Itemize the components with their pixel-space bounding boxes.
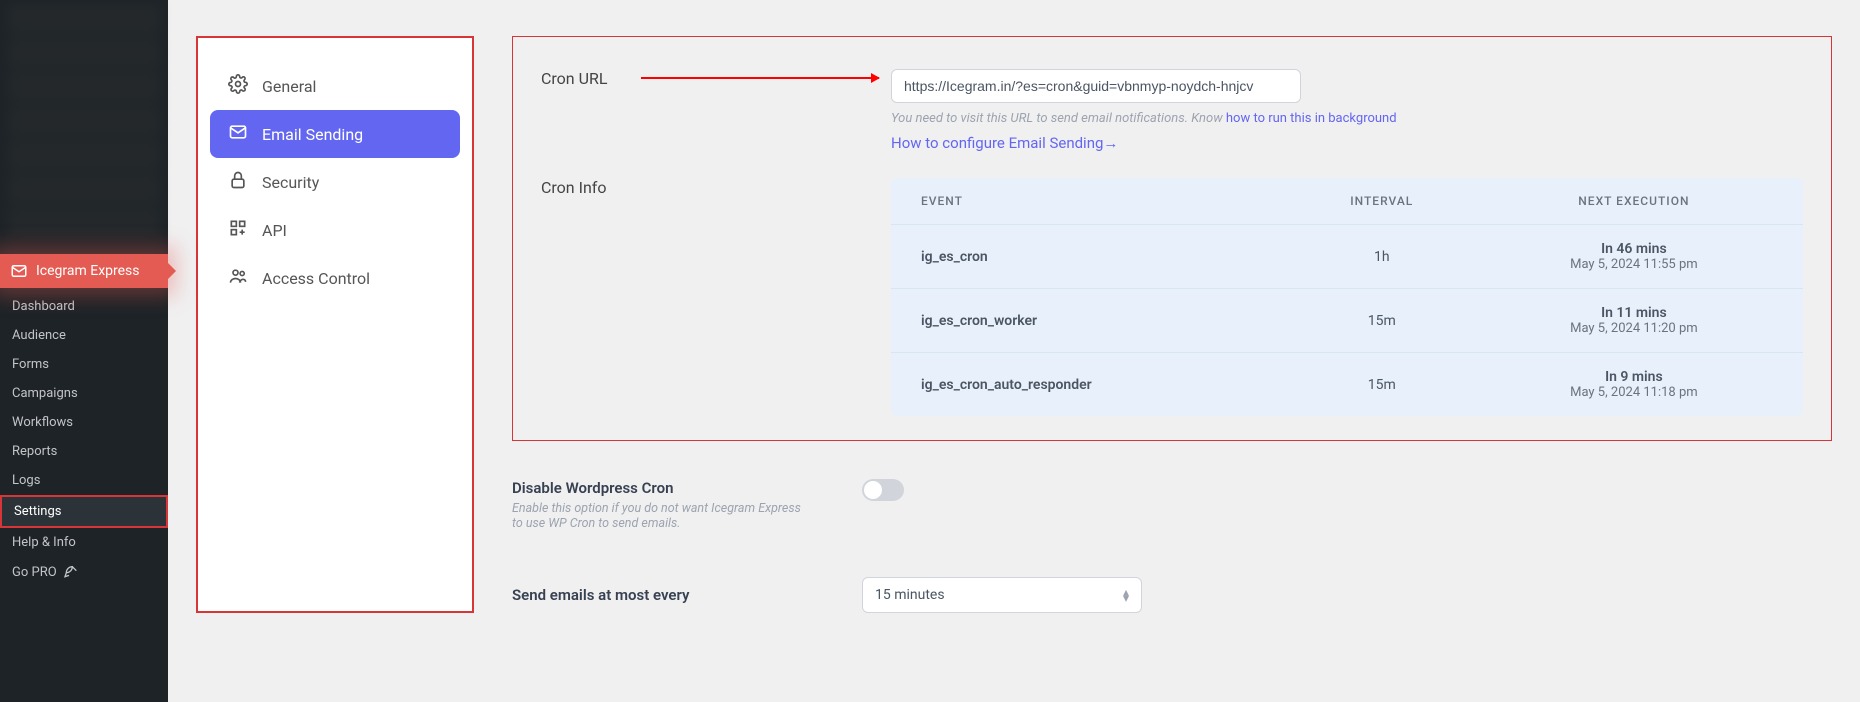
tab-general[interactable]: General (210, 62, 460, 110)
arrow-annotation (641, 77, 879, 79)
tab-label: Access Control (262, 269, 370, 288)
mail-icon (228, 122, 248, 146)
wp-menu-label: Reports (12, 444, 57, 459)
cron-event: ig_es_cron_auto_responder (921, 377, 1269, 393)
tab-api[interactable]: API (210, 206, 460, 254)
tab-security[interactable]: Security (210, 158, 460, 206)
settings-panel: Cron URL You need to visit this URL to s… (512, 36, 1832, 613)
send-most-row: Send emails at most every 15 minutes ▴▾ (512, 577, 1832, 613)
grid-icon (228, 218, 248, 242)
wp-menu-item-dashboard[interactable]: Dashboard (0, 292, 168, 321)
chevron-updown-icon: ▴▾ (1123, 589, 1129, 601)
disable-wpcron-title: Disable Wordpress Cron (512, 479, 862, 497)
cron-table-header: EVENTINTERVALNEXT EXECUTION (891, 178, 1803, 224)
cron-interval: 1h (1269, 249, 1495, 265)
tab-email-sending[interactable]: Email Sending (210, 110, 460, 158)
cron-url-label-wrap: Cron URL (541, 69, 891, 88)
cron-url-input[interactable] (891, 69, 1301, 103)
wp-submenu: Dashboard Audience Forms Campaigns Workflows… (0, 292, 168, 587)
cron-row: ig_es_cron1hIn 46 minsMay 5, 2024 11:55 … (891, 224, 1803, 288)
send-most-label: Send emails at most every (512, 586, 862, 604)
cron-next: In 9 minsMay 5, 2024 11:18 pm (1495, 369, 1773, 400)
send-most-select[interactable]: 15 minutes ▴▾ (862, 577, 1142, 613)
cron-url-label: Cron URL (541, 69, 607, 88)
highlighted-section: Cron URL You need to visit this URL to s… (512, 36, 1832, 441)
cron-next: In 46 minsMay 5, 2024 11:55 pm (1495, 241, 1773, 272)
cron-event: ig_es_cron_worker (921, 313, 1269, 329)
mail-icon (10, 262, 28, 280)
wp-sidebar: Icegram Express Dashboard Audience Forms Ca… (0, 0, 168, 702)
rocket-icon (63, 564, 79, 580)
tab-label: Email Sending (262, 125, 363, 144)
brand-item[interactable]: Icegram Express (0, 254, 168, 288)
wp-menu-label: Dashboard (12, 299, 75, 314)
cron-url-row: Cron URL You need to visit this URL to s… (541, 69, 1803, 152)
send-most-value: 15 minutes (875, 587, 945, 603)
cron-url-content: You need to visit this URL to send email… (891, 69, 1803, 152)
cron-interval: 15m (1269, 313, 1495, 329)
cron-row: ig_es_cron_worker15mIn 11 minsMay 5, 202… (891, 288, 1803, 352)
cron-header-next: NEXT EXECUTION (1495, 194, 1773, 208)
cron-info-label: Cron Info (541, 178, 891, 197)
wp-menu-label: Help & Info (12, 535, 76, 550)
wp-menu-item-campaigns[interactable]: Campaigns (0, 379, 168, 408)
wp-menu-item-help-info[interactable]: Help & Info (0, 528, 168, 557)
disable-wpcron-row: Disable Wordpress Cron Enable this optio… (512, 479, 1832, 531)
cron-url-help: You need to visit this URL to send email… (891, 111, 1803, 126)
cron-header-interval: INTERVAL (1269, 194, 1495, 208)
sidebar-blurred (0, 4, 168, 254)
wp-menu-label: Settings (14, 504, 61, 519)
settings-tab-card: General Email Sending Security API Access Co… (196, 36, 474, 613)
cron-row: ig_es_cron_auto_responder15mIn 9 minsMay… (891, 352, 1803, 416)
configure-sending-link[interactable]: How to configure Email Sending→ (891, 134, 1118, 152)
wp-menu-item-go-pro[interactable]: Go PRO (0, 557, 168, 587)
gear-icon (228, 74, 248, 98)
wp-menu-label: Logs (12, 473, 40, 488)
wp-menu-item-settings[interactable]: Settings (0, 495, 168, 528)
cron-table: EVENTINTERVALNEXT EXECUTIONig_es_cron1hI… (891, 178, 1803, 416)
users-icon (228, 266, 248, 290)
tab-label: General (262, 77, 316, 96)
cron-info-row: Cron Info EVENTINTERVALNEXT EXECUTIONig_… (541, 178, 1803, 416)
wp-menu-item-forms[interactable]: Forms (0, 350, 168, 379)
wp-menu-item-reports[interactable]: Reports (0, 437, 168, 466)
disable-wpcron-toggle[interactable] (862, 479, 904, 501)
cron-next: In 11 minsMay 5, 2024 11:20 pm (1495, 305, 1773, 336)
wp-menu-label: Go PRO (12, 565, 57, 580)
tab-label: API (262, 221, 287, 240)
wp-menu-label: Audience (12, 328, 66, 343)
cron-header-event: EVENT (921, 194, 1269, 208)
lock-icon (228, 170, 248, 194)
wp-menu-item-logs[interactable]: Logs (0, 466, 168, 495)
tab-label: Security (262, 173, 319, 192)
main-area: General Email Sending Security API Access Co… (168, 0, 1860, 702)
tab-access-control[interactable]: Access Control (210, 254, 460, 302)
wp-menu-label: Workflows (12, 415, 73, 430)
cron-event: ig_es_cron (921, 249, 1269, 265)
cron-interval: 15m (1269, 377, 1495, 393)
wp-menu-item-workflows[interactable]: Workflows (0, 408, 168, 437)
wp-menu-label: Campaigns (12, 386, 78, 401)
disable-wpcron-desc: Enable this option if you do not want Ic… (512, 501, 812, 531)
wp-menu-item-audience[interactable]: Audience (0, 321, 168, 350)
wp-menu-label: Forms (12, 357, 49, 372)
brand-label: Icegram Express (36, 263, 140, 279)
how-to-run-link[interactable]: how to run this in background (1226, 111, 1397, 126)
